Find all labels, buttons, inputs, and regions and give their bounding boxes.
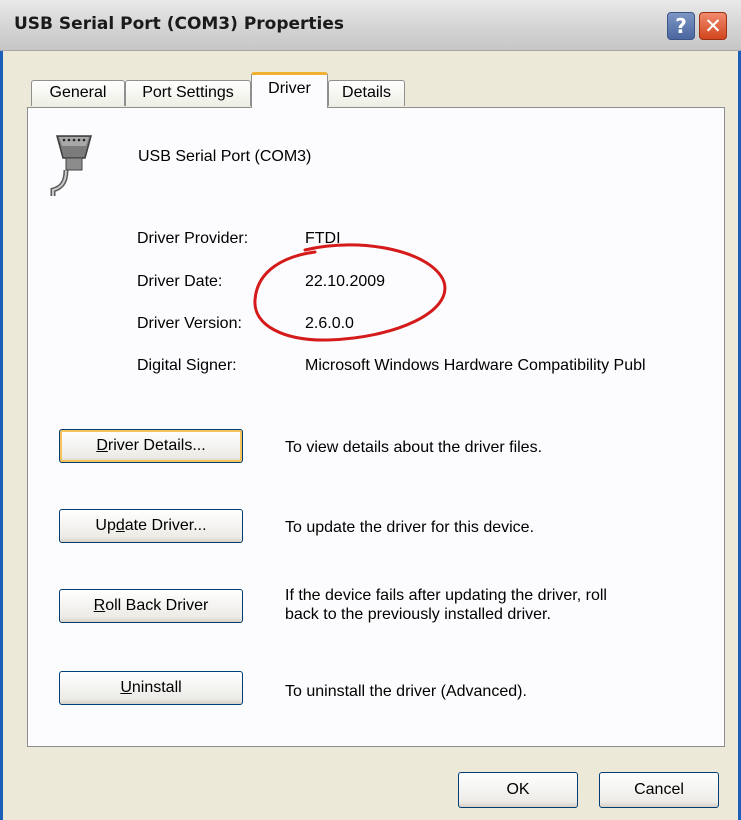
roll-back-description-line2: back to the previously installed driver. — [285, 606, 551, 623]
button-label: Cancel — [634, 781, 684, 798]
digital-signer-value: Microsoft Windows Hardware Compatibility… — [305, 357, 646, 374]
tab-details[interactable]: Details — [328, 80, 405, 106]
driver-version-value: 2.6.0.0 — [305, 315, 354, 332]
roll-back-description-line1: If the device fails after updating the d… — [285, 587, 607, 604]
driver-details-description: To view details about the driver files. — [285, 439, 543, 456]
tab-label: Details — [342, 84, 391, 101]
driver-provider-value: FTDI — [305, 230, 341, 247]
ok-button[interactable]: OK — [458, 772, 578, 808]
properties-dialog: USB Serial Port (COM3) Properties ? ✕ Ge… — [0, 0, 741, 820]
uninstall-button[interactable]: Uninstall — [59, 671, 243, 705]
tab-driver[interactable]: Driver — [251, 72, 328, 108]
device-name: USB Serial Port (COM3) — [138, 148, 312, 165]
cancel-button[interactable]: Cancel — [599, 772, 719, 808]
help-icon: ? — [675, 14, 687, 38]
uninstall-description: To uninstall the driver (Advanced). — [285, 683, 527, 700]
button-label: Driver Details... — [96, 437, 206, 454]
tab-label: Driver — [268, 80, 311, 97]
tab-label: General — [49, 84, 107, 101]
driver-details-button[interactable]: Driver Details... — [59, 429, 243, 463]
driver-tab-panel: USB Serial Port (COM3) Driver Provider: … — [27, 107, 725, 747]
title-bar[interactable]: USB Serial Port (COM3) Properties ? ✕ — [0, 0, 741, 51]
serial-port-icon — [50, 135, 92, 196]
driver-date-label: Driver Date: — [137, 273, 223, 290]
update-driver-description: To update the driver for this device. — [285, 519, 535, 536]
roll-back-driver-button[interactable]: Roll Back Driver — [59, 589, 243, 623]
button-label: Update Driver... — [95, 517, 207, 534]
update-driver-button[interactable]: Update Driver... — [59, 509, 243, 543]
button-label: Uninstall — [120, 679, 182, 696]
driver-date-value: 22.10.2009 — [305, 273, 386, 290]
driver-version-label: Driver Version: — [137, 315, 242, 332]
close-button[interactable]: ✕ — [699, 12, 727, 40]
driver-provider-label: Driver Provider: — [137, 230, 249, 247]
tab-label: Port Settings — [142, 84, 234, 101]
digital-signer-label: Digital Signer: — [137, 357, 237, 374]
tab-general[interactable]: General — [31, 80, 125, 106]
button-label: OK — [506, 781, 530, 798]
tab-port-settings[interactable]: Port Settings — [125, 80, 251, 106]
help-button[interactable]: ? — [667, 12, 695, 40]
button-label: Roll Back Driver — [93, 597, 209, 614]
close-icon: ✕ — [704, 14, 722, 38]
window-title: USB Serial Port (COM3) Properties — [14, 14, 345, 34]
